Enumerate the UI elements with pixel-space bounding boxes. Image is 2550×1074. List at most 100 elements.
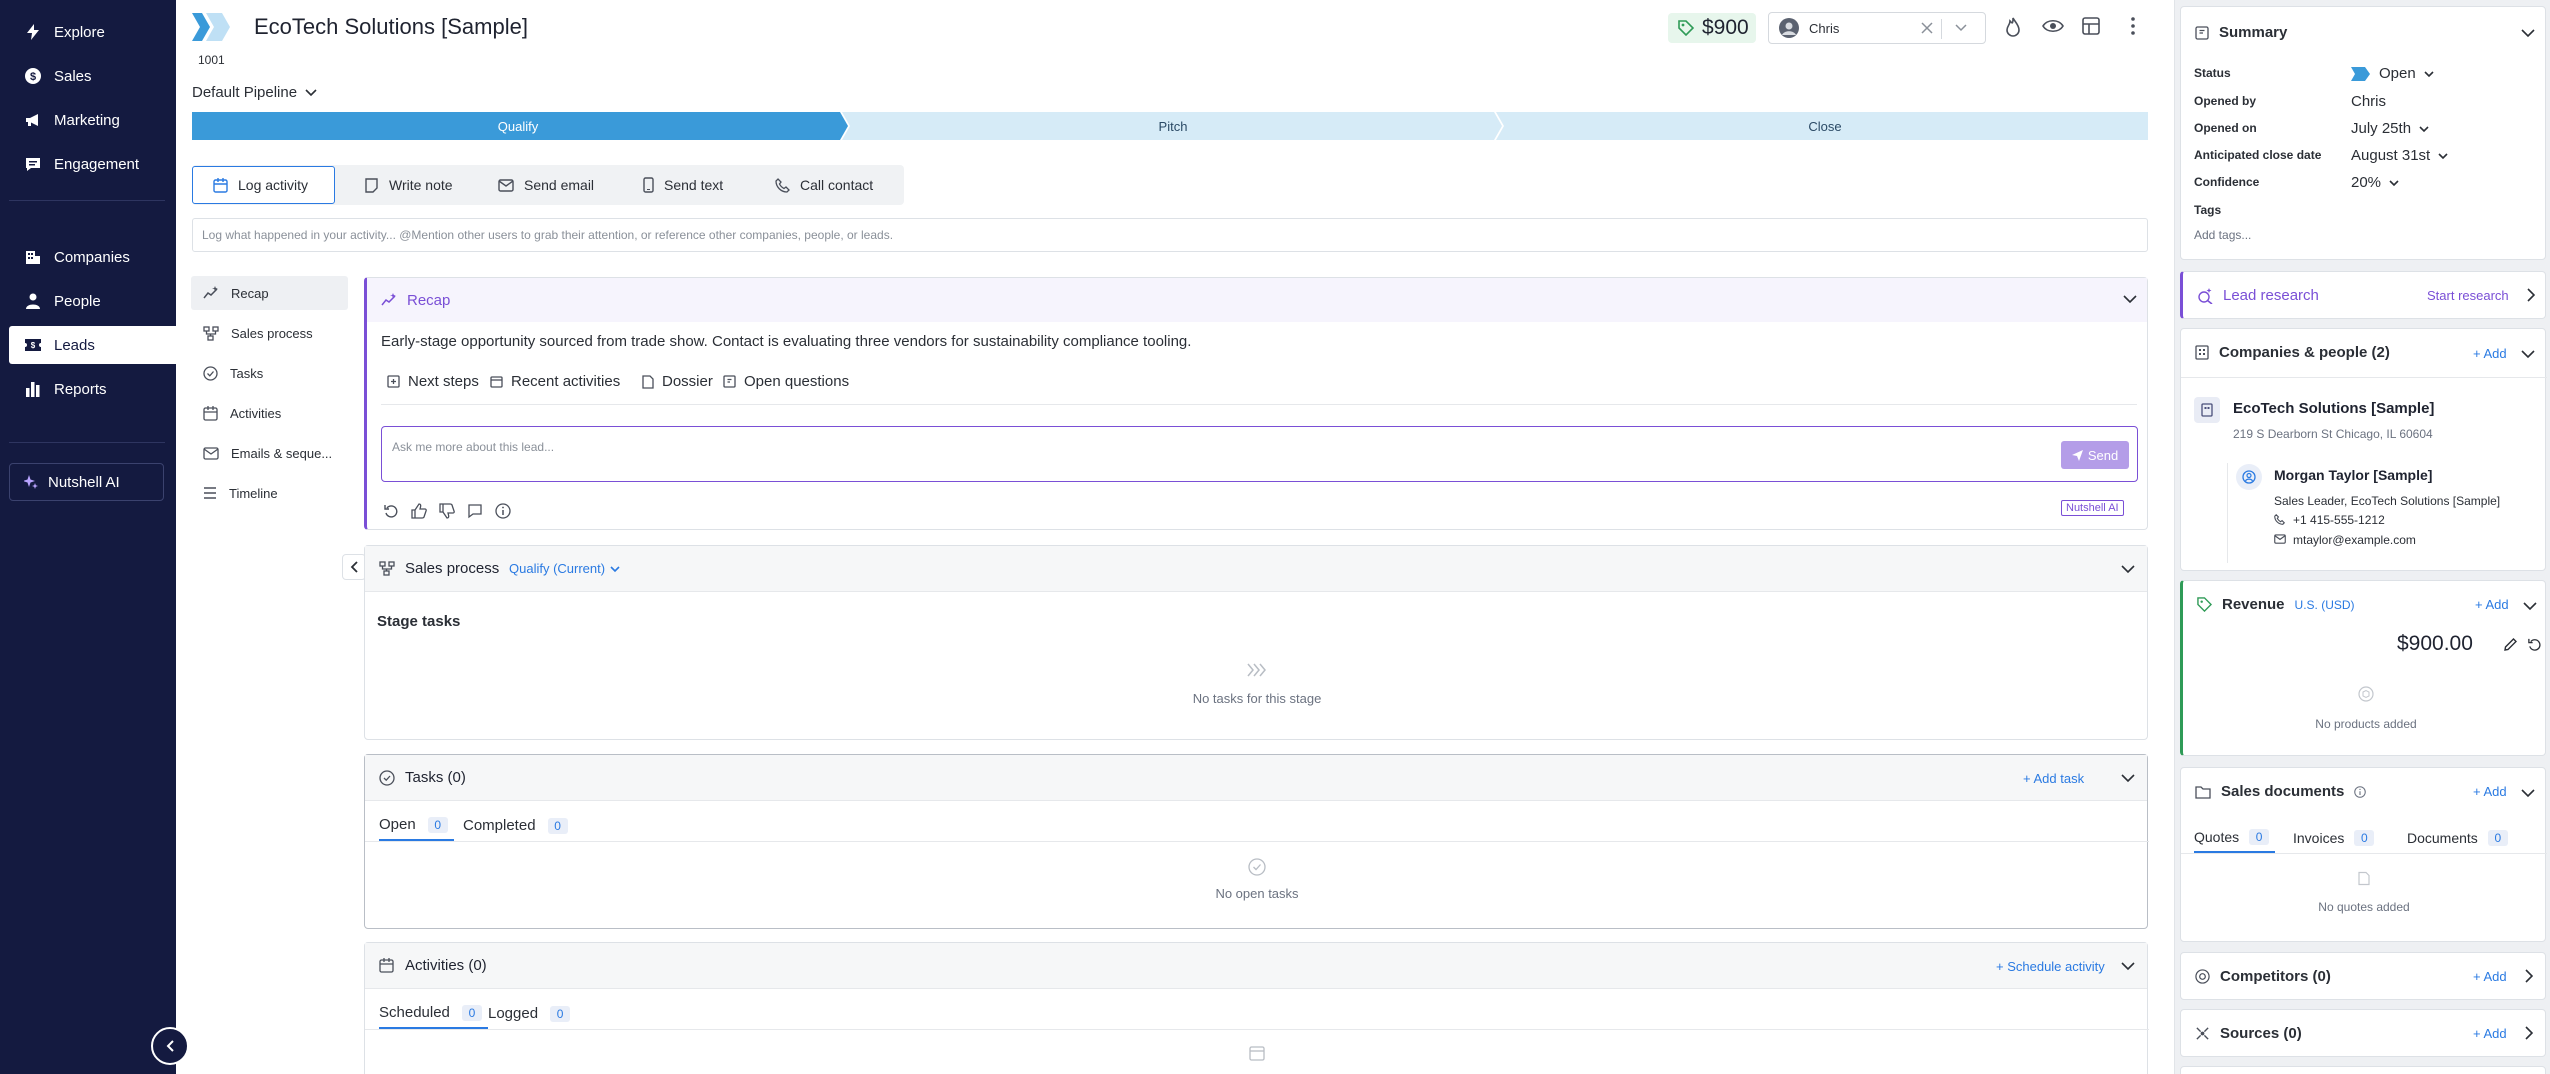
ticket-icon: $ xyxy=(25,337,41,353)
tasks-header[interactable] xyxy=(365,755,2147,801)
sales-documents-header[interactable]: Sales documents xyxy=(2195,783,2367,800)
field-label: Opened on xyxy=(2194,121,2257,135)
lead-type-icon xyxy=(192,13,230,41)
send-button[interactable]: Send xyxy=(2061,441,2129,469)
ask-lead-input[interactable]: Ask me more about this lead... Send xyxy=(381,426,2138,482)
tab-open-tasks[interactable]: Open 0 xyxy=(379,810,454,841)
sources-card[interactable]: Sources (0) + Add xyxy=(2180,1009,2546,1057)
company-name[interactable]: EcoTech Solutions [Sample] xyxy=(2233,400,2434,417)
regenerate-icon[interactable] xyxy=(383,503,399,519)
chevron-down-icon[interactable] xyxy=(2523,601,2537,611)
chevron-down-icon[interactable] xyxy=(2521,349,2535,359)
competitors-card[interactable]: Competitors (0) + Add xyxy=(2180,952,2546,1000)
log-activity-button[interactable]: Log activity xyxy=(192,166,335,204)
companies-people-card: Companies & people (2) + Add EcoTech Sol… xyxy=(2180,328,2547,571)
divider xyxy=(1941,19,1942,39)
stage-close[interactable]: Close xyxy=(1502,112,2148,140)
reset-icon[interactable] xyxy=(2527,637,2542,652)
collapse-nav-button[interactable] xyxy=(151,1027,189,1065)
check-circle-icon xyxy=(379,770,395,786)
sources-title: Sources (0) xyxy=(2220,1025,2302,1042)
chevron-down-icon[interactable] xyxy=(2521,788,2535,798)
add-document-link[interactable]: + Add xyxy=(2473,784,2507,799)
recap-header[interactable] xyxy=(367,278,2147,322)
section-link-emails[interactable]: Emails & seque... xyxy=(191,436,348,470)
chip-dossier[interactable]: Dossier xyxy=(642,373,713,390)
stage-qualify[interactable]: Qualify xyxy=(192,112,844,140)
call-contact-button[interactable]: Call contact xyxy=(755,166,893,204)
tab-invoices[interactable]: Invoices 0 xyxy=(2293,822,2375,853)
info-icon[interactable] xyxy=(2354,785,2367,798)
comment-icon[interactable] xyxy=(467,503,483,519)
companies-people-header[interactable]: Companies & people (2) xyxy=(2195,344,2390,361)
add-revenue-link[interactable]: + Add xyxy=(2475,597,2509,612)
log-activity-input[interactable]: Log what happened in your activity... @M… xyxy=(192,218,2148,252)
opened-on-select[interactable]: July 25th xyxy=(2351,120,2429,137)
add-company-person-link[interactable]: + Add xyxy=(2473,345,2507,361)
section-link-tasks[interactable]: Tasks xyxy=(191,356,348,390)
section-link-timeline[interactable]: Timeline xyxy=(191,476,348,510)
clear-icon[interactable] xyxy=(1921,22,1933,34)
close-date-select[interactable]: August 31st xyxy=(2351,147,2448,164)
write-note-button[interactable]: Write note xyxy=(344,166,473,204)
thumbs-down-icon[interactable] xyxy=(439,503,455,519)
board-icon[interactable] xyxy=(2082,17,2100,35)
chevron-right-icon[interactable] xyxy=(2527,288,2535,302)
collapse-sections-button[interactable] xyxy=(342,554,366,580)
revenue-currency[interactable]: U.S. (USD) xyxy=(2295,598,2355,612)
chevron-down-icon[interactable] xyxy=(2121,961,2135,971)
sales-process-header[interactable] xyxy=(365,546,2147,592)
assignee-select[interactable]: Chris xyxy=(1768,12,1986,44)
chip-next-steps[interactable]: Next steps xyxy=(387,373,479,390)
nav-label: People xyxy=(54,292,101,310)
section-link-activities[interactable]: Activities xyxy=(191,396,348,430)
chevron-down-icon[interactable] xyxy=(2121,564,2135,574)
tab-quotes[interactable]: Quotes 0 xyxy=(2194,822,2276,853)
chip-open-questions[interactable]: Open questions xyxy=(723,373,849,390)
section-link-recap[interactable]: Recap xyxy=(191,276,348,310)
tab-scheduled[interactable]: Scheduled 0 xyxy=(379,998,488,1029)
more-vertical-icon[interactable] xyxy=(2130,17,2136,35)
tab-completed-tasks[interactable]: Completed 0 xyxy=(463,810,568,841)
send-text-button[interactable]: Send text xyxy=(623,166,743,204)
add-task-link[interactable]: + Add task xyxy=(2023,771,2084,786)
chevron-down-icon[interactable] xyxy=(2123,294,2137,304)
info-icon[interactable] xyxy=(495,503,511,519)
thumbs-up-icon[interactable] xyxy=(411,503,427,519)
person-email[interactable]: mtaylor@example.com xyxy=(2293,533,2416,547)
flame-icon[interactable] xyxy=(2004,17,2022,37)
pipeline-select[interactable]: Default Pipeline xyxy=(192,84,317,101)
person-name[interactable]: Morgan Taylor [Sample] xyxy=(2274,467,2432,483)
field-label: Opened by xyxy=(2194,94,2257,108)
lead-value-badge[interactable]: $900 xyxy=(1668,13,1756,43)
lead-research-card[interactable]: Lead research Start research xyxy=(2180,271,2546,319)
activities-header[interactable] xyxy=(365,943,2147,989)
person-phone[interactable]: +1 415-555-1212 xyxy=(2293,513,2385,527)
chip-recent-activities[interactable]: Recent activities xyxy=(490,373,620,390)
start-research-link[interactable]: Start research xyxy=(2427,288,2509,303)
chevron-down-icon[interactable] xyxy=(2121,773,2135,783)
nutshell-ai-button[interactable]: Nutshell AI xyxy=(9,463,164,501)
summary-header[interactable]: Summary xyxy=(2195,24,2287,41)
tab-documents[interactable]: Documents 0 xyxy=(2407,822,2508,853)
chevron-right-icon[interactable] xyxy=(2525,969,2533,983)
stage-pitch[interactable]: Pitch xyxy=(848,112,1498,140)
chevron-down-icon[interactable] xyxy=(2521,28,2535,38)
tab-logged[interactable]: Logged 0 xyxy=(488,998,571,1029)
status-select[interactable]: Open xyxy=(2351,65,2434,82)
chevron-down-icon[interactable] xyxy=(1955,23,1967,33)
confidence-select[interactable]: 20% xyxy=(2351,174,2399,191)
stage-select[interactable]: Qualify (Current) xyxy=(509,561,620,576)
add-competitor-link[interactable]: + Add xyxy=(2473,969,2507,984)
lead-research-title: Lead research xyxy=(2223,287,2319,304)
chevron-right-icon[interactable] xyxy=(2525,1026,2533,1040)
schedule-activity-link[interactable]: + Schedule activity xyxy=(1996,959,2105,974)
section-link-sales-process[interactable]: Sales process xyxy=(191,316,348,350)
send-email-button[interactable]: Send email xyxy=(478,166,614,204)
eye-icon[interactable] xyxy=(2042,18,2064,34)
pencil-icon[interactable] xyxy=(2503,637,2518,652)
tags-input[interactable]: Add tags... xyxy=(2194,228,2251,242)
nav-label: Engagement xyxy=(54,155,140,173)
revenue-header[interactable]: Revenue U.S. (USD) xyxy=(2197,596,2355,613)
add-source-link[interactable]: + Add xyxy=(2473,1026,2507,1041)
